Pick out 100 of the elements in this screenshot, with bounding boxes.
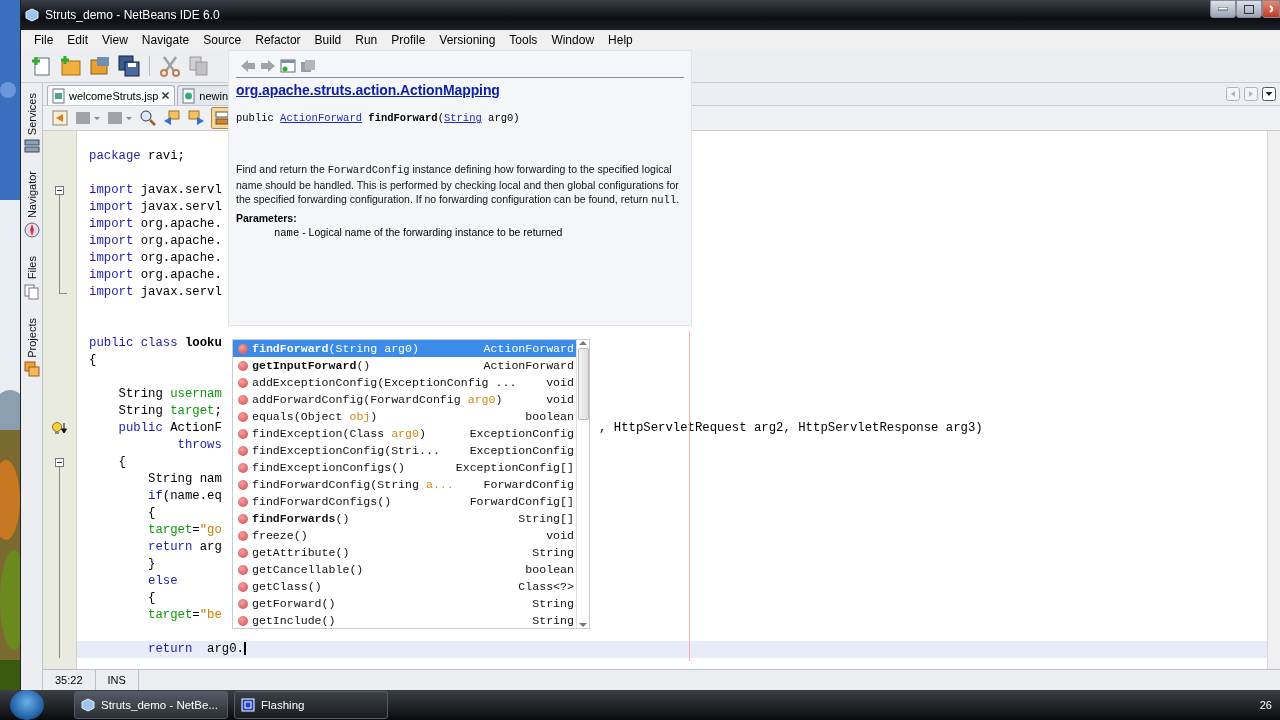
menu-item[interactable]: Window <box>544 33 602 47</box>
class-link[interactable]: org.apache.struts.action.ActionMapping <box>236 82 500 98</box>
dropdown-icon[interactable] <box>1262 87 1276 101</box>
file-icon <box>181 87 197 104</box>
completion-item[interactable]: getClass() Class<?> <box>233 578 576 595</box>
compass-icon[interactable] <box>23 222 40 239</box>
projects-icon[interactable] <box>23 361 40 378</box>
side-tab[interactable]: Files <box>25 256 38 280</box>
find-previous-icon[interactable] <box>163 109 181 127</box>
source-icon[interactable] <box>300 59 316 73</box>
code-line: if(name.eq <box>147 489 222 503</box>
code-line: return arg0. <box>147 642 244 656</box>
save-all-icon[interactable] <box>118 55 140 77</box>
forward-arrow-icon[interactable] <box>260 59 276 73</box>
taskbar-button[interactable]: Flashing <box>234 691 388 719</box>
menu-item[interactable]: Edit <box>60 33 96 47</box>
new-file-icon[interactable] <box>31 55 53 77</box>
side-tab[interactable]: Navigator <box>25 171 38 219</box>
scroll-down-icon[interactable] <box>579 622 587 628</box>
new-project-icon[interactable] <box>60 55 82 77</box>
menu-item[interactable]: Tools <box>502 33 545 47</box>
scrollbar-thumb[interactable] <box>577 348 589 420</box>
clock: 26 <box>1259 699 1273 711</box>
description: Find and return the ForwardConfig instance defining how forwarding to the specified logical name should be handled. This is performed by checking local and then global configurations for the specified forwarding configuration. If no forwarding configuration can be found, return null. <box>236 162 681 208</box>
code-line: import javax.servl <box>89 183 222 197</box>
parameter-description: name - Logical name of the forwarding instance to be returned <box>273 225 564 239</box>
cube-icon <box>25 8 39 22</box>
scrollbar[interactable] <box>576 340 589 628</box>
menu-item[interactable]: Source <box>196 33 249 47</box>
find-next-icon[interactable] <box>187 109 205 127</box>
completion-item[interactable]: freeze() void <box>233 527 576 544</box>
search-icon[interactable] <box>139 109 157 127</box>
method-signature: public ActionForward findForward(String arg0) <box>236 112 521 124</box>
code-line: import org.apache. <box>89 251 222 265</box>
copy-icon[interactable] <box>188 55 210 77</box>
lightbulb-icon[interactable] <box>50 422 69 435</box>
close-button[interactable] <box>1262 0 1280 18</box>
menu-item[interactable]: Versioning <box>432 33 503 47</box>
scrollbar[interactable] <box>1267 131 1280 669</box>
menu-item[interactable]: Build <box>307 33 349 47</box>
code-line: public class looku <box>89 336 222 350</box>
menu-item[interactable]: Refactor <box>248 33 308 47</box>
start-button[interactable] <box>10 690 44 720</box>
menu-item[interactable]: Help <box>601 33 640 47</box>
code-line: { <box>89 353 97 367</box>
menu-item[interactable]: Profile <box>384 33 433 47</box>
type-link[interactable]: ActionForward <box>280 112 363 124</box>
menu-item[interactable]: File <box>27 33 61 47</box>
completion-item[interactable]: equals(Object obj) boolean <box>233 408 576 425</box>
completion-item[interactable]: addExceptionConfig(ExceptionConfig ... void <box>233 374 576 391</box>
completion-item[interactable]: findExceptionConfigs() ExceptionConfig[] <box>233 459 576 476</box>
maximize-button[interactable] <box>1236 0 1262 18</box>
code-line: { <box>147 506 156 520</box>
forward-icon[interactable] <box>107 109 133 127</box>
completion-item[interactable]: getInputForward() ActionForward <box>233 357 576 374</box>
scroll-up-icon[interactable] <box>579 340 587 346</box>
open-folder-icon[interactable] <box>89 55 111 77</box>
menu-item[interactable]: Run <box>348 33 385 47</box>
completion-item[interactable]: findException(Class arg0) ExceptionConfig <box>233 425 576 442</box>
code-line: throws <box>176 438 222 452</box>
code-line: else <box>147 574 178 588</box>
code-line: String target; <box>117 404 222 418</box>
completion-item[interactable]: getInclude() String <box>233 612 576 629</box>
maximize-icon <box>1244 4 1254 14</box>
browser-icon[interactable] <box>280 59 296 73</box>
type-link[interactable]: String <box>443 112 482 124</box>
side-tab[interactable]: Projects <box>25 317 38 358</box>
completion-item[interactable]: findForwards() String[] <box>233 510 576 527</box>
file-icon <box>51 87 66 104</box>
back-arrow-icon[interactable] <box>240 59 256 73</box>
text-cursor <box>243 642 246 656</box>
editor-tab[interactable]: welcomeStruts.jsp <box>47 85 176 105</box>
completion-item[interactable]: findForwardConfigs() ForwardConfig[] <box>233 493 576 510</box>
window-title: Struts_demo - NetBeans IDE 6.0 <box>45 8 221 22</box>
fold-icon[interactable] <box>55 186 64 195</box>
menu-item[interactable]: Navigate <box>134 33 197 47</box>
server-icon[interactable] <box>23 139 40 154</box>
scroll-left-icon[interactable] <box>1226 87 1240 101</box>
scissors-icon[interactable] <box>159 55 181 77</box>
menu-item[interactable]: View <box>95 33 135 47</box>
completion-item[interactable]: findForwardConfig(String a... ForwardConfig <box>233 476 576 493</box>
code-line: import javax.servl <box>89 200 222 214</box>
last-edit-icon[interactable] <box>51 109 69 127</box>
taskbar-button[interactable]: Struts_demo - NetBe... <box>74 691 228 719</box>
code-line: return arg <box>147 540 222 554</box>
completion-item[interactable]: getForward() String <box>233 595 576 612</box>
back-icon[interactable] <box>75 109 101 127</box>
completion-item[interactable]: getAttribute() String <box>233 544 576 561</box>
side-tab[interactable]: Services <box>25 93 38 136</box>
files-icon[interactable] <box>23 283 40 300</box>
completion-item[interactable]: addForwardConfig(ForwardConfig arg0) void <box>233 391 576 408</box>
fold-icon[interactable] <box>55 458 64 467</box>
code-line: target="go <box>147 523 222 537</box>
completion-item[interactable]: getCancellable() boolean <box>233 561 576 578</box>
code-line: String usernam <box>117 387 222 401</box>
parameters-heading: Parameters: <box>236 211 298 224</box>
completion-item[interactable]: findExceptionConfig(Stri... ExceptionConfig <box>233 442 576 459</box>
code-line: package ravi; <box>89 149 185 163</box>
code-line: , HttpServletRequest arg2, HttpServletResponse arg3) <box>599 420 983 437</box>
code-line: { <box>147 591 156 605</box>
